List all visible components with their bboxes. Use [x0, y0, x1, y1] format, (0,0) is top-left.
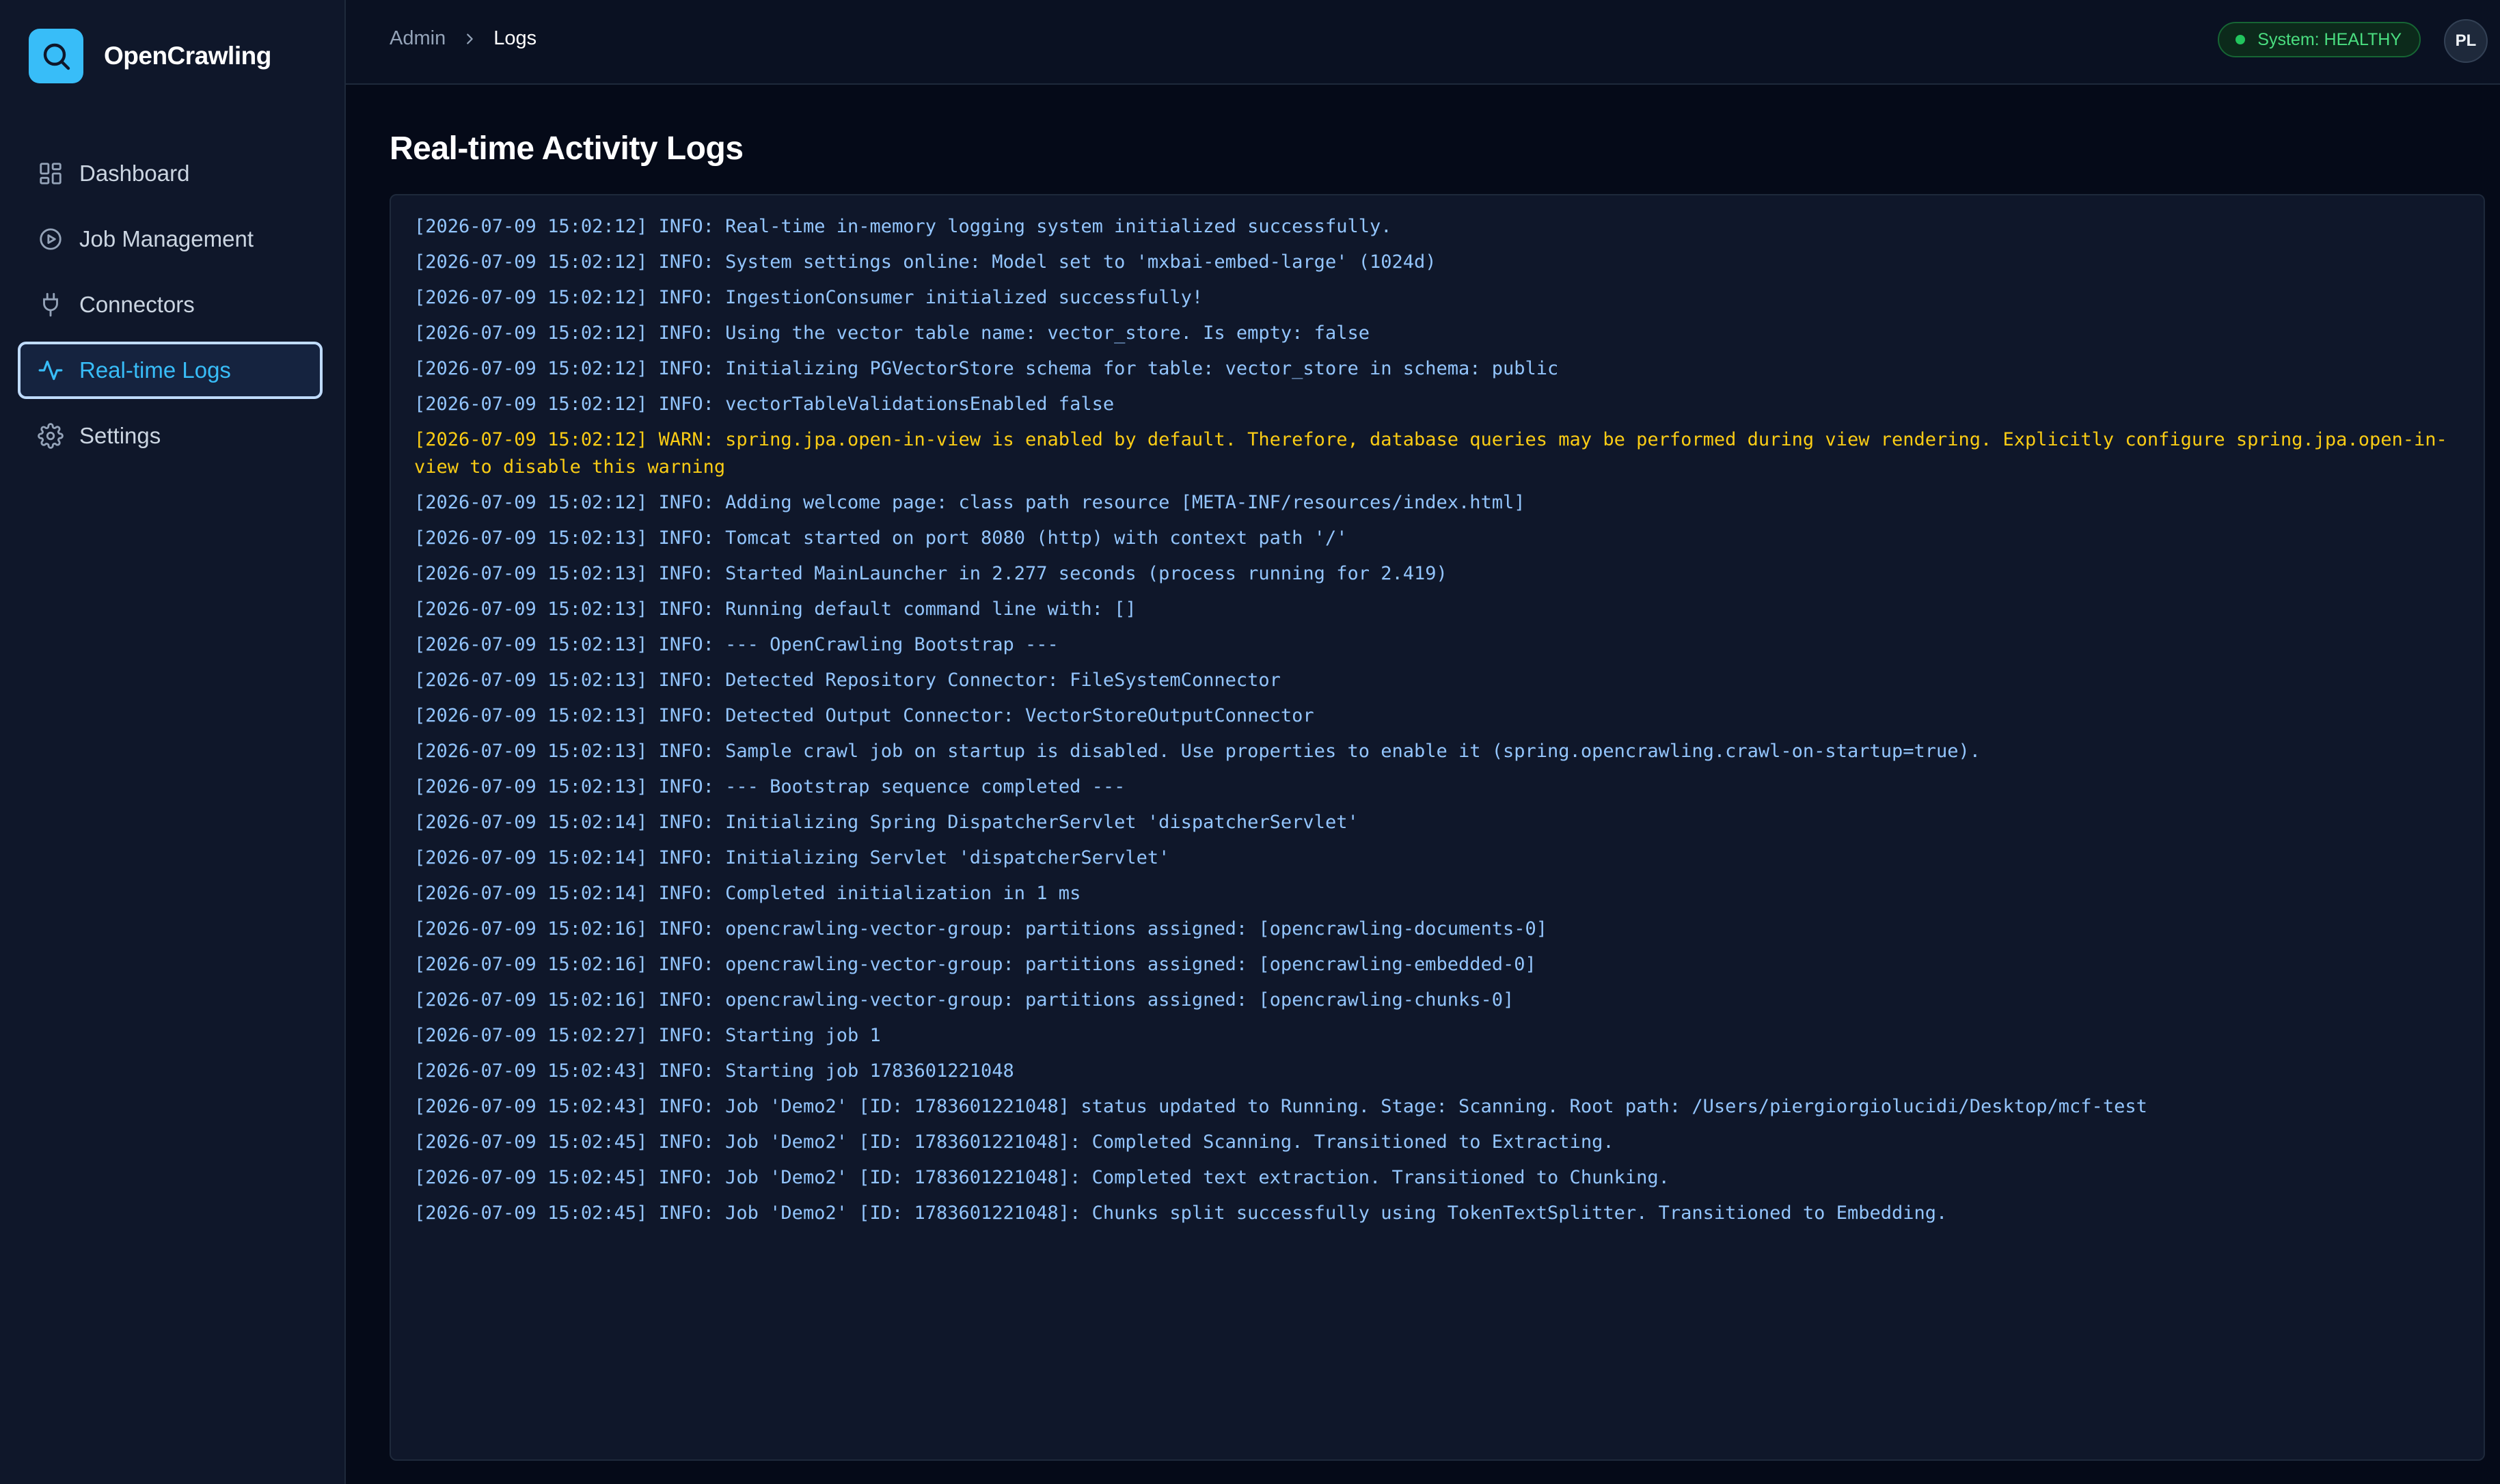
- gear-icon: [37, 422, 64, 450]
- log-console[interactable]: [2026-07-09 15:02:12] INFO: Real-time in…: [390, 194, 2485, 1461]
- log-line: [2026-07-09 15:02:12] INFO: IngestionCon…: [414, 287, 1204, 308]
- status-badge: System: HEALTHY: [2218, 22, 2421, 57]
- log-line: [2026-07-09 15:02:12] INFO: System setti…: [414, 251, 1437, 273]
- brand[interactable]: OpenCrawling: [29, 29, 271, 83]
- play-circle-icon: [37, 225, 64, 253]
- log-line: [2026-07-09 15:02:13] INFO: Detected Rep…: [414, 670, 1281, 691]
- log-line: [2026-07-09 15:02:16] INFO: opencrawling…: [414, 989, 1514, 1011]
- sidebar-item-settings[interactable]: Settings: [18, 407, 323, 465]
- log-line: [2026-07-09 15:02:43] INFO: Job 'Demo2' …: [414, 1096, 2147, 1117]
- breadcrumb-admin[interactable]: Admin: [390, 27, 446, 50]
- log-line: [2026-07-09 15:02:16] INFO: opencrawling…: [414, 918, 1548, 939]
- sidebar-nav: Dashboard Job Management Connectors Real…: [18, 145, 323, 473]
- dashboard-icon: [37, 160, 64, 187]
- page-title: Real-time Activity Logs: [390, 130, 744, 167]
- search-icon: [29, 29, 83, 83]
- log-line: [2026-07-09 15:02:14] INFO: Initializing…: [414, 812, 1359, 833]
- plug-icon: [37, 291, 64, 318]
- sidebar-item-label: Job Management: [79, 226, 254, 251]
- log-line: [2026-07-09 15:02:14] INFO: Initializing…: [414, 847, 1170, 868]
- brand-name: OpenCrawling: [104, 42, 271, 70]
- log-line: [2026-07-09 15:02:14] INFO: Completed in…: [414, 883, 1081, 904]
- log-line: [2026-07-09 15:02:45] INFO: Job 'Demo2' …: [414, 1131, 1614, 1153]
- sidebar-item-label: Settings: [79, 423, 161, 448]
- log-line: [2026-07-09 15:02:12] INFO: Using the ve…: [414, 322, 1370, 344]
- log-line: [2026-07-09 15:02:12] INFO: Initializing…: [414, 358, 1559, 379]
- chevron-right-icon: [462, 31, 477, 46]
- status-dot-icon: [2236, 35, 2246, 44]
- sidebar-item-connectors[interactable]: Connectors: [18, 276, 323, 333]
- sidebar-item-label: Real-time Logs: [79, 357, 231, 383]
- log-line: [2026-07-09 15:02:13] INFO: Sample crawl…: [414, 741, 1981, 762]
- app-root: OpenCrawling Dashboard Job Management Co…: [0, 0, 2500, 1484]
- log-line: [2026-07-09 15:02:13] INFO: --- Bootstra…: [414, 776, 1126, 797]
- sidebar-item-job-management[interactable]: Job Management: [18, 210, 323, 268]
- sidebar-item-real-time-logs[interactable]: Real-time Logs: [18, 342, 323, 399]
- log-line: [2026-07-09 15:02:45] INFO: Job 'Demo2' …: [414, 1167, 1670, 1188]
- log-line: [2026-07-09 15:02:27] INFO: Starting job…: [414, 1025, 881, 1046]
- log-line: [2026-07-09 15:02:16] INFO: opencrawling…: [414, 954, 1536, 975]
- status-label: System: HEALTHY: [2257, 29, 2402, 49]
- log-line: [2026-07-09 15:02:45] INFO: Job 'Demo2' …: [414, 1203, 1948, 1224]
- sidebar-item-label: Connectors: [79, 292, 195, 317]
- sidebar: OpenCrawling Dashboard Job Management Co…: [0, 0, 346, 1484]
- log-line: [2026-07-09 15:02:13] INFO: Tomcat start…: [414, 527, 1348, 549]
- sidebar-item-dashboard[interactable]: Dashboard: [18, 145, 323, 202]
- breadcrumb: Admin Logs: [390, 27, 536, 50]
- main-content: Admin Logs System: HEALTHY PL Real-time …: [346, 0, 2500, 1484]
- log-line: [2026-07-09 15:02:12] INFO: Real-time in…: [414, 216, 1392, 237]
- sidebar-item-label: Dashboard: [79, 161, 190, 186]
- log-line: [2026-07-09 15:02:13] INFO: Detected Out…: [414, 705, 1314, 726]
- topbar: Admin Logs System: HEALTHY PL: [346, 0, 2500, 85]
- log-line: [2026-07-09 15:02:13] INFO: --- OpenCraw…: [414, 634, 1059, 655]
- activity-icon: [37, 357, 64, 384]
- log-line: [2026-07-09 15:02:43] INFO: Starting job…: [414, 1060, 1014, 1082]
- log-line: [2026-07-09 15:02:12] WARN: spring.jpa.o…: [414, 429, 2447, 478]
- log-line: [2026-07-09 15:02:13] INFO: Running defa…: [414, 599, 1137, 620]
- avatar[interactable]: PL: [2444, 19, 2488, 63]
- log-line: [2026-07-09 15:02:13] INFO: Started Main…: [414, 563, 1448, 584]
- log-line: [2026-07-09 15:02:12] INFO: vectorTableV…: [414, 394, 1115, 415]
- log-line: [2026-07-09 15:02:12] INFO: Adding welco…: [414, 492, 1525, 513]
- breadcrumb-logs: Logs: [493, 27, 537, 49]
